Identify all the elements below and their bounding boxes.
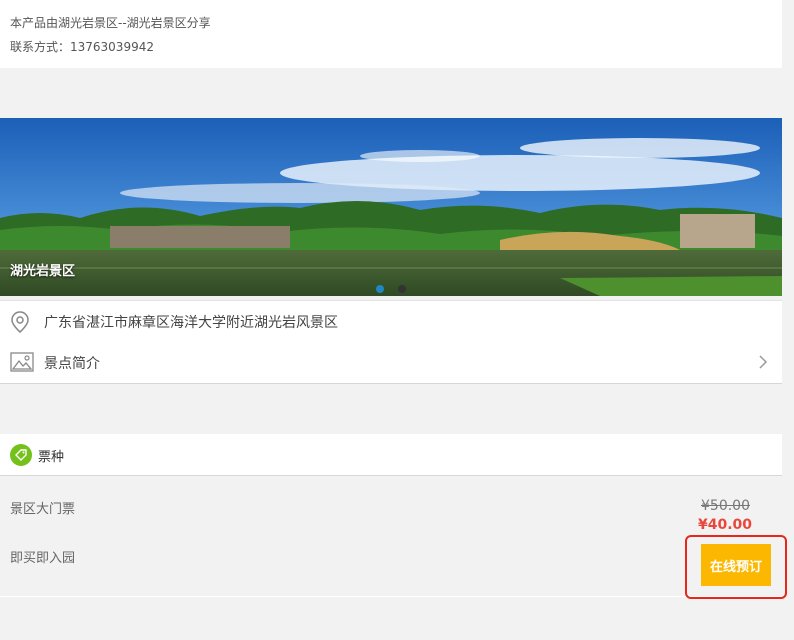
- contact-line: 联系方式：13763039942: [10, 40, 154, 54]
- address-text: 广东省湛江市麻章区海洋大学附近湖光岩风景区: [44, 315, 338, 331]
- address-row: 广东省湛江市麻章区海洋大学附近湖光岩风景区: [0, 300, 782, 342]
- ticket-section-header: 票种: [0, 434, 782, 476]
- carousel-dots: [376, 285, 406, 293]
- sale-price: ¥40.00: [697, 517, 752, 533]
- intro-label: 景点简介: [44, 356, 100, 372]
- banner-title: 湖光岩景区: [10, 264, 76, 279]
- attraction-intro-row[interactable]: 景点简介: [0, 341, 782, 384]
- provider-info: 本产品由湖光岩景区--湖光岩景区分享 联系方式：13763039942: [0, 0, 782, 68]
- location-pin-icon: [10, 310, 30, 338]
- banner-carousel[interactable]: 湖光岩景区: [0, 118, 782, 296]
- ticket-name: 景区大门票: [10, 502, 76, 517]
- chevron-right-icon: [758, 354, 768, 374]
- image-icon: [10, 352, 34, 376]
- carousel-dot-active[interactable]: [376, 285, 384, 293]
- provider-line: 本产品由湖光岩景区--湖光岩景区分享: [10, 16, 211, 30]
- ticket-item: 景区大门票 即买即入园 ¥50.00 ¥40.00: [0, 476, 782, 597]
- ticket-note: 即买即入园: [10, 551, 76, 566]
- book-online-button[interactable]: 在线预订: [701, 544, 771, 586]
- carousel-dot[interactable]: [398, 285, 406, 293]
- ticket-section-label: 票种: [38, 450, 65, 465]
- tag-icon: [10, 444, 32, 466]
- original-price: ¥50.00: [701, 498, 750, 514]
- banner-image: [0, 118, 782, 296]
